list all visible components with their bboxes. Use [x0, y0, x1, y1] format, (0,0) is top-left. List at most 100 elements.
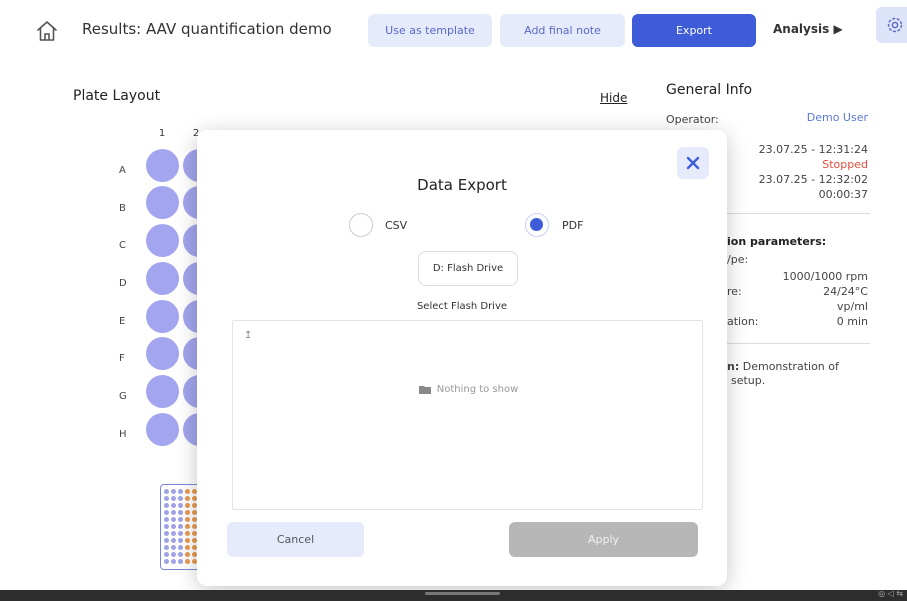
thumbnail-dot	[178, 510, 183, 515]
temperature-label: re:	[727, 285, 742, 298]
apply-button[interactable]: Apply	[509, 522, 698, 557]
pdf-radio[interactable]	[525, 213, 549, 237]
description-text-line2: setup.	[731, 374, 766, 387]
thumbnail-dot	[171, 524, 176, 529]
description: n: Demonstration of	[727, 360, 839, 373]
plate-well[interactable]	[146, 337, 179, 370]
type-label: /pe:	[727, 253, 749, 266]
thumbnail-dot	[164, 524, 169, 529]
thumbnail-dot	[164, 496, 169, 501]
thumbnail-dot	[185, 531, 190, 536]
dialog-title: Data Export	[417, 176, 507, 194]
thumbnail-dot	[164, 545, 169, 550]
thumbnail-dot	[185, 517, 190, 522]
gear-icon	[887, 17, 903, 33]
thumbnail-dot	[171, 531, 176, 536]
home-icon[interactable]	[33, 17, 61, 45]
temperature-value: 24/24°C	[823, 285, 868, 298]
operator-value: Demo User	[806, 111, 868, 124]
folder-icon	[418, 385, 431, 394]
up-directory-icon[interactable]: ↥	[244, 330, 252, 341]
thumbnail-dot	[164, 559, 169, 564]
status-value: Stopped	[822, 158, 868, 171]
page-title: Results: AAV quantification demo	[82, 20, 332, 38]
plate-well[interactable]	[146, 224, 179, 257]
parameters-title: ion parameters:	[727, 235, 827, 248]
row-header: B	[119, 203, 126, 214]
thumbnail-dot	[164, 489, 169, 494]
column-header: 1	[158, 128, 166, 139]
thumbnail-dot	[178, 489, 183, 494]
export-button[interactable]: Export	[632, 14, 756, 47]
thumbnail-dot	[164, 510, 169, 515]
csv-radio[interactable]	[349, 213, 373, 237]
plate-layout-title: Plate Layout	[73, 88, 161, 104]
plate-well[interactable]	[146, 375, 179, 408]
tray-icons: ◎ ◁ ⇆	[878, 589, 903, 598]
thumbnail-dot	[164, 538, 169, 543]
thumbnail-dot	[171, 538, 176, 543]
thumbnail-dot	[178, 517, 183, 522]
thumbnail-dot	[178, 538, 183, 543]
settings-button[interactable]	[876, 7, 907, 43]
row-header: A	[119, 165, 126, 176]
system-taskbar: ◎ ◁ ⇆	[0, 589, 907, 601]
empty-text: Nothing to show	[436, 384, 519, 395]
duration-value: 0 min	[836, 315, 868, 328]
thumbnail-dot	[171, 517, 176, 522]
cancel-button[interactable]: Cancel	[227, 522, 364, 557]
thumbnail-dot	[178, 545, 183, 550]
thumbnail-dot	[185, 496, 190, 501]
end-time: 23.07.25 - 12:32:02	[758, 173, 868, 186]
description-label: n:	[727, 360, 740, 373]
thumbnail-dot	[171, 496, 176, 501]
thumbnail-dot	[171, 545, 176, 550]
row-header: D	[119, 278, 127, 289]
thumbnail-dot	[164, 503, 169, 508]
thumbnail-dot	[164, 517, 169, 522]
row-header: E	[119, 316, 126, 327]
row-header: H	[119, 429, 127, 440]
plate-well[interactable]	[146, 149, 179, 182]
plate-well[interactable]	[146, 413, 179, 446]
hide-link[interactable]: Hide	[600, 91, 627, 105]
thumbnail-dot	[178, 524, 183, 529]
row-header: G	[119, 391, 127, 402]
row-header: F	[119, 353, 125, 364]
taskbar-handle[interactable]	[425, 592, 500, 595]
thumbnail-dot	[185, 524, 190, 529]
analysis-button[interactable]: Analysis ▶	[773, 22, 843, 36]
thumbnail-dot	[185, 552, 190, 557]
thumbnail-dot	[178, 496, 183, 501]
general-info-title: General Info	[666, 82, 753, 98]
file-browser[interactable]: ↥ Nothing to show	[232, 320, 703, 510]
plate-well[interactable]	[146, 300, 179, 333]
data-export-dialog: Data Export CSV PDF D: Flash Drive Selec…	[197, 130, 727, 586]
row-header: C	[119, 240, 126, 251]
use-as-template-button[interactable]: Use as template	[368, 14, 492, 47]
concentration-value: vp/ml	[837, 300, 868, 313]
csv-label: CSV	[385, 219, 408, 232]
thumbnail-dot	[164, 531, 169, 536]
thumbnail-dot	[178, 503, 183, 508]
thumbnail-dot	[185, 489, 190, 494]
flash-drive-button[interactable]: D: Flash Drive	[418, 251, 518, 286]
thumbnail-dot	[185, 503, 190, 508]
thumbnail-dot	[178, 552, 183, 557]
duration-label: ation:	[727, 315, 759, 328]
thumbnail-dot	[171, 489, 176, 494]
top-bar: Results: AAV quantification demo Use as …	[0, 0, 907, 60]
plate-well[interactable]	[146, 262, 179, 295]
thumbnail-dot	[171, 559, 176, 564]
thumbnail-dot	[171, 510, 176, 515]
thumbnail-dot	[178, 559, 183, 564]
thumbnail-dot	[185, 559, 190, 564]
operator-label: Operator:	[666, 113, 719, 126]
pdf-label: PDF	[562, 219, 584, 232]
close-button[interactable]	[677, 147, 709, 179]
empty-state: Nothing to show	[233, 384, 704, 395]
plate-well[interactable]	[146, 186, 179, 219]
thumbnail-dot	[185, 538, 190, 543]
add-final-note-button[interactable]: Add final note	[500, 14, 625, 47]
thumbnail-dot	[185, 545, 190, 550]
